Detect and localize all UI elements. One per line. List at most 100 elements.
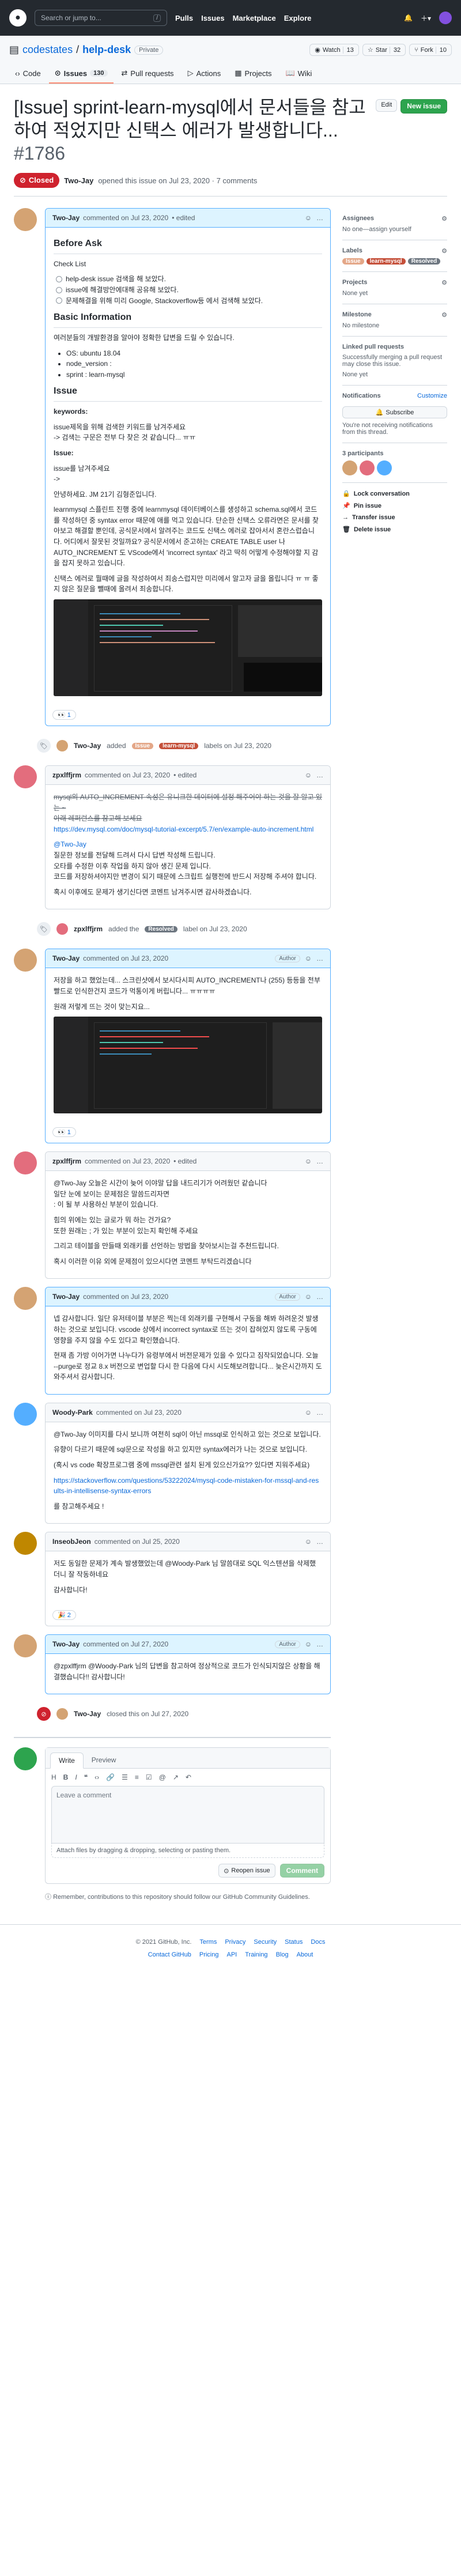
label-learn-mysql[interactable]: learn-mysql bbox=[159, 742, 199, 749]
footer-link-status[interactable]: Status bbox=[285, 1939, 303, 1946]
nav-issues[interactable]: Issues bbox=[201, 14, 224, 22]
smiley-icon[interactable]: ☺ bbox=[305, 214, 312, 222]
comment-textarea[interactable]: Leave a comment bbox=[51, 1786, 324, 1844]
gear-icon[interactable]: ⚙ bbox=[441, 247, 447, 255]
screenshot-image[interactable] bbox=[54, 599, 322, 697]
smiley-icon[interactable]: ☺ bbox=[305, 1293, 312, 1301]
assignees-value[interactable]: No one—assign yourself bbox=[342, 226, 447, 233]
subscribe-button[interactable]: 🔔 Subscribe bbox=[342, 406, 447, 418]
label-resolved[interactable]: Resolved bbox=[145, 926, 177, 932]
stackoverflow-link[interactable]: https://stackoverflow.com/questions/5322… bbox=[54, 1476, 319, 1495]
smiley-icon[interactable]: ☺ bbox=[305, 1408, 312, 1417]
nav-explore[interactable]: Explore bbox=[284, 14, 312, 22]
tab-projects[interactable]: ▦ Projects bbox=[229, 64, 277, 84]
avatar[interactable] bbox=[56, 740, 68, 752]
transfer-issue-button[interactable]: → Transfer issue bbox=[342, 512, 447, 523]
label-issue[interactable]: Issue bbox=[342, 258, 364, 265]
avatar[interactable] bbox=[14, 1402, 37, 1426]
bold-icon[interactable]: B bbox=[63, 1773, 69, 1781]
plus-icon[interactable]: ＋▾ bbox=[421, 13, 431, 23]
footer-link-blog[interactable]: Blog bbox=[276, 1951, 289, 1958]
task-list-icon[interactable]: ☑ bbox=[146, 1773, 152, 1781]
participant-avatar[interactable] bbox=[360, 460, 375, 475]
lock-conversation-button[interactable]: 🔒 Lock conversation bbox=[342, 488, 447, 500]
fork-button[interactable]: ⑂ Fork 10 bbox=[409, 44, 452, 56]
tab-pull-requests[interactable]: ⇄ Pull requests bbox=[116, 64, 180, 84]
comment-button[interactable]: Comment bbox=[279, 1864, 324, 1878]
star-button[interactable]: ☆ Star 32 bbox=[362, 44, 406, 56]
kebab-icon[interactable]: … bbox=[316, 1640, 323, 1648]
checkbox[interactable] bbox=[56, 286, 62, 293]
reference-icon[interactable]: ↗ bbox=[173, 1773, 179, 1781]
footer-link-training[interactable]: Training bbox=[245, 1951, 267, 1958]
footer-link-about[interactable]: About bbox=[297, 1951, 313, 1958]
comment-author[interactable]: Two-Jay bbox=[52, 1640, 80, 1648]
tab-code[interactable]: ‹› Code bbox=[9, 64, 47, 84]
avatar[interactable] bbox=[56, 1708, 68, 1720]
tab-actions[interactable]: ▷ Actions bbox=[182, 64, 227, 84]
mention-link[interactable]: @Two-Jay bbox=[54, 840, 86, 848]
kebab-icon[interactable]: … bbox=[316, 214, 323, 222]
reopen-issue-button[interactable]: ⊙ Reopen issue bbox=[218, 1864, 275, 1878]
repo-owner-link[interactable]: codestates bbox=[22, 44, 73, 56]
unordered-list-icon[interactable]: ☰ bbox=[122, 1773, 128, 1781]
reference-link[interactable]: https://dev.mysql.com/doc/mysql-tutorial… bbox=[54, 825, 313, 833]
footer-link-security[interactable]: Security bbox=[254, 1939, 277, 1946]
avatar[interactable] bbox=[14, 1532, 37, 1555]
avatar[interactable] bbox=[14, 1151, 37, 1175]
smiley-icon[interactable]: ☺ bbox=[305, 954, 312, 962]
kebab-icon[interactable]: … bbox=[316, 1408, 323, 1417]
comment-author[interactable]: zpxlffjrm bbox=[52, 771, 81, 779]
bell-icon[interactable]: 🔔 bbox=[404, 14, 413, 22]
customize-link[interactable]: Customize bbox=[417, 392, 447, 399]
label-issue[interactable]: Issue bbox=[131, 742, 154, 749]
comment-author[interactable]: Two-Jay bbox=[52, 954, 80, 962]
comment-author[interactable]: Two-Jay bbox=[52, 214, 80, 222]
delete-issue-button[interactable]: 🗑 Delete issue bbox=[342, 523, 447, 535]
tab-write[interactable]: Write bbox=[50, 1752, 84, 1769]
avatar[interactable] bbox=[14, 1747, 37, 1771]
github-logo-icon[interactable]: ● bbox=[9, 9, 27, 27]
reaction-hooray[interactable]: 🎉 2 bbox=[52, 1610, 76, 1621]
avatar[interactable] bbox=[14, 208, 37, 231]
screenshot-image[interactable] bbox=[54, 1017, 322, 1114]
reply-icon[interactable]: ↶ bbox=[186, 1773, 191, 1781]
comment-author[interactable]: Woody-Park bbox=[52, 1408, 93, 1417]
comment-author[interactable]: InseobJeon bbox=[52, 1538, 91, 1546]
comment-author[interactable]: Two-Jay bbox=[52, 1293, 80, 1301]
italic-icon[interactable]: I bbox=[75, 1773, 77, 1781]
attach-files-area[interactable]: Attach files by dragging & dropping, sel… bbox=[51, 1844, 324, 1859]
smiley-icon[interactable]: ☺ bbox=[305, 1157, 312, 1165]
mention-icon[interactable]: @ bbox=[159, 1773, 166, 1781]
kebab-icon[interactable]: … bbox=[316, 1293, 323, 1301]
avatar[interactable] bbox=[14, 949, 37, 972]
smiley-icon[interactable]: ☺ bbox=[305, 1640, 312, 1648]
new-issue-button[interactable]: New issue bbox=[400, 99, 447, 114]
participant-avatar[interactable] bbox=[377, 460, 392, 475]
smiley-icon[interactable]: ☺ bbox=[305, 1538, 312, 1546]
code-icon[interactable]: ‹› bbox=[95, 1773, 99, 1781]
edit-button[interactable]: Edit bbox=[376, 99, 398, 112]
kebab-icon[interactable]: … bbox=[316, 1538, 323, 1546]
participant-avatar[interactable] bbox=[342, 460, 357, 475]
issue-author[interactable]: Two-Jay bbox=[64, 176, 93, 185]
pin-issue-button[interactable]: 📌 Pin issue bbox=[342, 500, 447, 512]
watch-button[interactable]: ◉ Watch 13 bbox=[309, 44, 359, 56]
quote-icon[interactable]: ❝ bbox=[84, 1773, 88, 1781]
checkbox[interactable] bbox=[56, 276, 62, 283]
footer-link-contact[interactable]: Contact GitHub bbox=[148, 1951, 191, 1958]
nav-marketplace[interactable]: Marketplace bbox=[233, 14, 276, 22]
reaction-eyes[interactable]: 👀 1 bbox=[52, 1127, 76, 1138]
gear-icon[interactable]: ⚙ bbox=[441, 311, 447, 319]
footer-link-pricing[interactable]: Pricing bbox=[199, 1951, 219, 1958]
kebab-icon[interactable]: … bbox=[316, 1157, 323, 1165]
user-avatar[interactable] bbox=[439, 12, 452, 24]
footer-link-privacy[interactable]: Privacy bbox=[225, 1939, 245, 1946]
label-resolved[interactable]: Resolved bbox=[407, 258, 441, 265]
footer-link-api[interactable]: API bbox=[226, 1951, 237, 1958]
reaction-eyes[interactable]: 👀 1 bbox=[52, 710, 76, 720]
search-input[interactable]: Search or jump to... / bbox=[35, 10, 167, 26]
smiley-icon[interactable]: ☺ bbox=[305, 771, 312, 779]
repo-name-link[interactable]: help-desk bbox=[82, 44, 131, 56]
avatar[interactable] bbox=[14, 1634, 37, 1658]
